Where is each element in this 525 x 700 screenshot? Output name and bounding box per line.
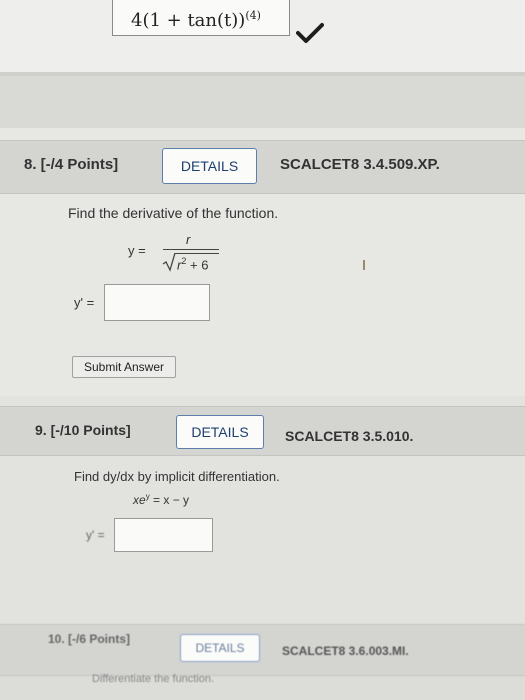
fraction-denominator: r2 + 6 [177,256,209,273]
question-10: 10. [-/6 Points] DETAILS SCALCET8 3.6.00… [0,624,525,700]
stray-mark [363,260,365,270]
question-10-prompt: Differentiate the function. [92,673,215,685]
fraction-bar [163,249,219,250]
question-9-details-button[interactable]: DETAILS [176,415,264,449]
previous-answer-exponent: (4) [245,9,261,22]
question-8-prompt: Find the derivative of the function. [68,205,279,221]
question-10-code: SCALCET8 3.6.003.MI. [282,644,409,658]
question-10-details-button[interactable]: DETAILS [180,634,260,662]
square-root-icon [162,252,176,272]
previous-answer-text: 4(1 + tan(t)) [131,10,246,31]
question-9-answer-input[interactable] [114,518,213,552]
fraction-numerator: r [186,232,191,247]
question-8-title: 8. [-/4 Points] [24,156,119,173]
submit-answer-button[interactable]: Submit Answer [72,356,176,378]
previous-answer-field[interactable]: 4(1 + tan(t))(4) [112,0,290,36]
question-8-details-button[interactable]: DETAILS [162,148,257,184]
question-9-equation: xey = x − y [133,492,190,507]
equation-lhs: y = [128,243,146,258]
question-8-code: SCALCET8 3.4.509.XP. [280,156,440,173]
square-root-bar [175,253,219,254]
question-8: 8. [-/4 Points] DETAILS SCALCET8 3.4.509… [0,128,525,396]
question-8-answer-input[interactable] [104,284,210,321]
question-8-answer-label: y' = [74,295,95,310]
question-9-prompt: Find dy/dx by implicit differentiation. [74,469,280,484]
question-9-answer-label: y' = [86,528,105,542]
question-9: 9. [-/10 Points] DETAILS SCALCET8 3.5.01… [0,396,525,624]
question-9-title: 9. [-/10 Points] [35,422,131,438]
question-10-title: 10. [-/6 Points] [48,632,131,646]
correct-check-icon [296,23,324,43]
divider [0,72,525,76]
question-9-code: SCALCET8 3.5.010. [285,428,414,444]
